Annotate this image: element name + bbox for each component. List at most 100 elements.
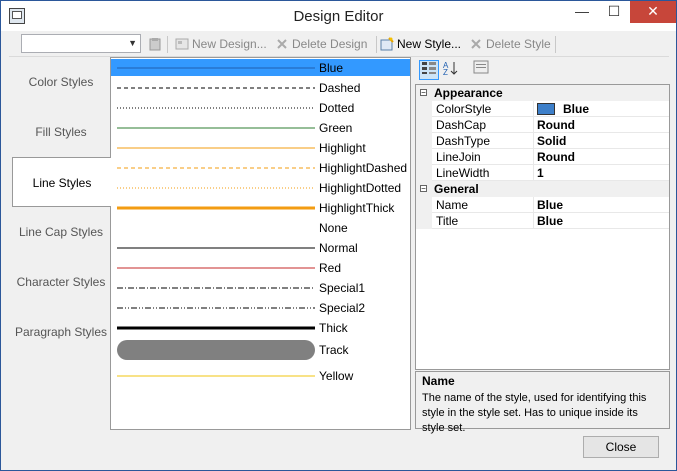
line-sample xyxy=(117,206,315,210)
delete-style-button[interactable]: Delete Style xyxy=(469,35,551,53)
list-item[interactable]: Thick xyxy=(111,318,410,338)
list-item[interactable]: Highlight xyxy=(111,138,410,158)
list-item[interactable]: HighlightDotted xyxy=(111,178,410,198)
clipboard-button[interactable] xyxy=(148,35,165,53)
property-value-cell[interactable]: 1 xyxy=(537,166,544,180)
color-swatch xyxy=(537,103,555,115)
style-name-label: Thick xyxy=(319,321,348,335)
delete-icon xyxy=(275,37,289,51)
alphabetical-sort-icon[interactable]: AZ xyxy=(441,60,461,80)
column-divider xyxy=(533,165,534,181)
style-name-label: Special2 xyxy=(319,301,366,315)
delete-design-button[interactable]: Delete Design xyxy=(275,35,367,53)
clipboard-icon xyxy=(148,37,162,51)
property-value-cell[interactable]: Round xyxy=(537,118,575,132)
close-window-button[interactable]: ✕ xyxy=(630,1,676,23)
line-sample xyxy=(117,87,315,89)
list-item[interactable]: Green xyxy=(111,118,410,138)
property-row[interactable]: LineJoin Round xyxy=(416,149,669,165)
list-item[interactable]: HighlightThick xyxy=(111,198,410,218)
line-sample xyxy=(117,147,315,149)
list-item[interactable]: Dashed xyxy=(111,78,410,98)
property-value: Blue xyxy=(537,214,564,228)
property-value-cell[interactable]: Blue xyxy=(537,214,563,228)
list-item[interactable]: Special2 xyxy=(111,298,410,318)
list-item[interactable]: Dotted xyxy=(111,98,410,118)
line-sample xyxy=(117,187,315,189)
design-editor-window: Design Editor — ☐ ✕ ▼ New Design... Dele… xyxy=(0,0,677,471)
category-row[interactable]: − General xyxy=(416,181,669,197)
svg-text:Z: Z xyxy=(443,68,448,76)
tab-fill-styles[interactable]: Fill Styles xyxy=(12,107,110,157)
property-row[interactable]: ColorStyle Blue xyxy=(416,101,669,117)
tab-paragraph-styles[interactable]: Paragraph Styles xyxy=(12,307,110,357)
column-divider xyxy=(533,149,534,165)
style-name-label: None xyxy=(319,221,348,235)
tab-line-cap-styles[interactable]: Line Cap Styles xyxy=(12,207,110,257)
line-sample xyxy=(117,307,315,309)
line-style-list[interactable]: Blue Dashed Dotted Green Highlight HighlightD… xyxy=(110,57,411,430)
style-name-label: Dotted xyxy=(319,101,355,115)
minimize-button[interactable]: — xyxy=(567,1,597,23)
list-item[interactable]: None xyxy=(111,218,410,238)
style-name-label: HighlightDashed xyxy=(319,161,408,175)
row-gutter xyxy=(416,133,432,149)
style-name-label: HighlightDotted xyxy=(319,181,402,195)
property-value-cell[interactable]: Blue xyxy=(537,198,563,212)
property-value: 1 xyxy=(537,166,544,180)
list-item[interactable]: Track xyxy=(111,340,410,360)
property-value-cell[interactable]: Solid xyxy=(537,134,566,148)
style-category-tabs: Color Styles Fill Styles Line Styles Lin… xyxy=(12,57,111,430)
list-item[interactable]: Special1 xyxy=(111,278,410,298)
title-bar: Design Editor — ☐ ✕ xyxy=(1,1,676,31)
style-name-label: Yellow xyxy=(319,369,354,383)
property-description-panel: Name The name of the style, used for ide… xyxy=(415,371,670,434)
property-name: DashCap xyxy=(436,118,487,132)
list-item[interactable]: HighlightDashed xyxy=(111,158,410,178)
property-pages-icon[interactable] xyxy=(471,60,491,80)
list-item[interactable]: Red xyxy=(111,258,410,278)
property-row[interactable]: DashCap Round xyxy=(416,117,669,133)
collapse-icon[interactable]: − xyxy=(420,185,427,193)
line-sample xyxy=(117,287,315,289)
line-sample xyxy=(117,326,315,330)
list-item[interactable]: Normal xyxy=(111,238,410,258)
line-sample xyxy=(117,340,315,360)
new-style-button[interactable]: New Style... xyxy=(380,35,461,53)
column-divider xyxy=(533,101,534,117)
collapse-icon[interactable]: − xyxy=(420,89,427,97)
column-divider xyxy=(533,117,534,133)
maximize-button[interactable]: ☐ xyxy=(599,1,629,23)
tab-color-styles[interactable]: Color Styles xyxy=(12,57,110,107)
property-row[interactable]: LineWidth 1 xyxy=(416,165,669,181)
categorized-view-icon[interactable] xyxy=(419,60,439,80)
tab-character-styles[interactable]: Character Styles xyxy=(12,257,110,307)
design-combo[interactable]: ▼ xyxy=(21,34,141,53)
property-row[interactable]: Title Blue xyxy=(416,213,669,229)
property-row[interactable]: DashType Solid xyxy=(416,133,669,149)
tab-line-styles[interactable]: Line Styles xyxy=(12,157,111,207)
property-row[interactable]: Name Blue xyxy=(416,197,669,213)
style-name-label: Highlight xyxy=(319,141,366,155)
style-name-label: Green xyxy=(319,121,353,135)
description-title: Name xyxy=(422,374,455,388)
list-item[interactable]: Yellow xyxy=(111,366,410,386)
line-sample xyxy=(117,67,315,69)
property-value-cell[interactable]: Blue xyxy=(537,102,589,116)
delete-design-label: Delete Design xyxy=(292,37,368,51)
category-row[interactable]: − Appearance xyxy=(416,85,669,101)
line-sample xyxy=(117,107,315,109)
delete-style-label: Delete Style xyxy=(486,37,551,51)
close-button[interactable]: Close xyxy=(583,436,659,458)
property-name: LineWidth xyxy=(436,166,490,180)
property-name: LineJoin xyxy=(436,150,481,164)
new-design-button[interactable]: New Design... xyxy=(175,35,267,53)
line-sample xyxy=(117,267,315,269)
property-value-cell[interactable]: Round xyxy=(537,150,575,164)
line-sample xyxy=(117,127,315,129)
property-name: Name xyxy=(436,198,469,212)
row-gutter xyxy=(416,213,432,229)
property-value: Solid xyxy=(537,134,567,148)
property-grid[interactable]: − Appearance ColorStyle Blue DashCap Round Das… xyxy=(415,84,670,370)
list-item[interactable]: Blue xyxy=(111,58,410,78)
